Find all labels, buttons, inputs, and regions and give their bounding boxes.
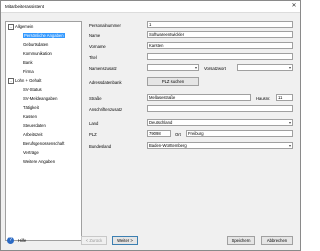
anschriftenzusatz-label: Anschriftenzusatz [89, 107, 123, 112]
name-label: Name [89, 33, 101, 38]
tree-item-kommunikation[interactable]: Kommunikation [6, 49, 81, 58]
tree-item-vertraege[interactable]: Verträge [6, 148, 81, 157]
next-button[interactable]: Weiter > [112, 236, 138, 245]
tree-item-sv-meldeangaben[interactable]: SV-Meldeangaben [6, 94, 81, 103]
namenszusatz-label: Namenszusatz [89, 66, 117, 71]
employee-wizard-window: Mitarbeiterassistent ✕ - Allgemein Persö… [0, 0, 301, 251]
adressdatenbank-label: Adressdatenbank [89, 80, 122, 85]
tree-item-arbeitszeit[interactable]: Arbeitszeit [6, 130, 81, 139]
save-button[interactable]: Speichern [227, 236, 255, 245]
tree-item-label: Steuerdaten [23, 123, 46, 128]
navigation-tree: - Allgemein Persönliche Angaben Geburtsd… [5, 21, 82, 241]
tree-item-label: Persönliche Angaben [23, 33, 65, 38]
plz-label: PLZ [89, 132, 97, 137]
personal-details-form: Personalnummer 1 Name Softwareentwickler… [89, 1, 294, 241]
land-label: Land [89, 121, 99, 126]
tree-item-label: Geburtsdaten [23, 42, 49, 47]
tree-item-label: Kassen [23, 114, 37, 119]
titel-label: Titel [89, 55, 97, 60]
personalnummer-field[interactable]: 1 [147, 21, 293, 28]
tree-item-kassen[interactable]: Kassen [6, 112, 81, 121]
plz-search-button[interactable]: PLZ suchen [147, 77, 199, 86]
vorsatzwort-select[interactable] [237, 64, 293, 71]
tree-item-label: Arbeitszeit [23, 132, 43, 137]
tree-item-label: Bank [23, 60, 33, 65]
tree-item-label: Verträge [23, 150, 39, 155]
hausnr-field[interactable]: 11 [276, 94, 293, 101]
help-icon[interactable]: ? [7, 237, 14, 244]
tree-item-label: Weitere Angaben [23, 159, 56, 164]
tree-item-berufsgenossenschaft[interactable]: Berufsgenossenschaft [6, 139, 81, 148]
collapse-icon[interactable]: - [8, 24, 14, 30]
window-title: Mitarbeiterassistent [5, 4, 45, 9]
tree-item-label: Kommunikation [23, 51, 52, 56]
hausnr-label: Hausnr. [256, 96, 271, 101]
tree-item-steuerdaten[interactable]: Steuerdaten [6, 121, 81, 130]
plz-field[interactable]: 79098 [147, 130, 171, 137]
back-button[interactable]: < Zurück [81, 236, 107, 245]
bundesland-select[interactable]: Baden-Württemberg [147, 142, 293, 149]
anschriftenzusatz-field[interactable] [147, 105, 293, 112]
tree-item-label: Allgemein [15, 24, 34, 29]
vorname-label: Vorname [89, 44, 106, 49]
name-field[interactable]: Softwareentwickler [147, 31, 293, 38]
tree-group-lohn-gehalt[interactable]: - Lohn + Gehalt [6, 76, 81, 85]
tree-item-label: Firma [23, 69, 34, 74]
tree-item-label: Tätigkeit [23, 105, 39, 110]
tree-group-allgemein[interactable]: - Allgemein [6, 22, 81, 31]
cancel-button[interactable]: Abbrechen [261, 236, 293, 245]
personalnummer-label: Personalnummer [89, 23, 121, 28]
tree-item-persoenliche-angaben[interactable]: Persönliche Angaben [6, 31, 81, 40]
tree-item-sv-status[interactable]: SV-Status [6, 85, 81, 94]
land-select[interactable]: Deutschland [147, 119, 293, 126]
tree-item-label: Berufsgenossenschaft [23, 141, 65, 146]
tree-item-label: SV-Meldeangaben [23, 96, 58, 101]
tree-item-weitere-angaben[interactable]: Weitere Angaben [6, 157, 81, 166]
tree-item-label: SV-Status [23, 87, 42, 92]
help-label[interactable]: Hilfe [18, 238, 26, 243]
strasse-label: Straße [89, 96, 102, 101]
strasse-field[interactable]: Mellasestraße [147, 94, 251, 101]
namenszusatz-select[interactable] [147, 64, 199, 71]
vorname-field[interactable]: Karsten [147, 42, 293, 49]
tree-item-taetigkeit[interactable]: Tätigkeit [6, 103, 81, 112]
ort-label: Ort [175, 132, 181, 137]
vorsatzwort-label: Vorsatzwort [204, 66, 226, 71]
titel-field[interactable] [147, 53, 293, 60]
ort-field[interactable]: Freiburg [186, 130, 293, 137]
bundesland-label: Bundesland [89, 144, 112, 149]
tree-item-geburtsdaten[interactable]: Geburtsdaten [6, 40, 81, 49]
tree-item-label: Lohn + Gehalt [15, 78, 42, 83]
tree-item-firma[interactable]: Firma [6, 67, 81, 76]
collapse-icon[interactable]: - [8, 78, 14, 84]
tree-item-bank[interactable]: Bank [6, 58, 81, 67]
